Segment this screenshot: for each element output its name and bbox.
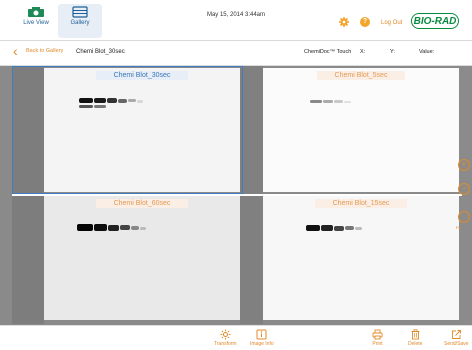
back-label: Back to Gallery	[26, 48, 64, 54]
app-window: Live View Gallery May 15, 2014 3:44am ? …	[0, 0, 472, 350]
panel-title: Chemi Blot_60sec	[44, 199, 240, 208]
print-label: Print	[372, 341, 383, 347]
transform-button[interactable]: Transform	[214, 329, 237, 347]
info-icon	[256, 329, 267, 340]
blot-panel-30sec[interactable]: Chemi Blot_30sec	[44, 68, 240, 192]
zoom-out-icon[interactable]: −	[458, 183, 470, 195]
gallery-button[interactable]: Gallery	[58, 4, 102, 38]
blot-panel-15sec[interactable]: Chemi Blot_15sec	[263, 196, 459, 320]
grid-divider	[12, 194, 462, 196]
delete-button[interactable]: Delete	[408, 329, 422, 347]
transform-label: Transform	[214, 341, 237, 347]
bottom-toolbar: Transform Image Info Print Delete Send/S…	[0, 325, 472, 350]
blot-panel-60sec[interactable]: Chemi Blot_60sec	[44, 196, 240, 320]
help-icon[interactable]: ?	[360, 17, 370, 27]
delete-label: Delete	[408, 341, 423, 347]
zoom-fit-label: Fit	[456, 225, 461, 230]
panel-title: Chemi Blot_30sec	[44, 71, 240, 80]
printer-icon	[372, 329, 383, 340]
date-time: May 15, 2014 3:44am	[206, 12, 266, 18]
settings-gear-icon[interactable]	[339, 17, 349, 27]
y-coordinate-label: Y:	[390, 49, 395, 55]
pixel-value-label: Value:	[419, 49, 435, 55]
zoom-fit-icon[interactable]	[458, 211, 470, 223]
panel-title: Chemi Blot_5sec	[263, 71, 459, 80]
live-view-button[interactable]: Live View	[14, 4, 58, 38]
bio-rad-logo: BIO-RAD	[411, 13, 459, 29]
chevron-left-icon: ‹	[13, 43, 18, 59]
share-icon	[451, 330, 461, 339]
zoom-in-icon[interactable]: +	[458, 159, 470, 171]
trash-icon	[411, 329, 420, 340]
logout-link[interactable]: Log Out	[381, 20, 402, 26]
current-image-name: Chemi Blot_30sec	[76, 49, 125, 55]
sun-icon	[220, 329, 231, 340]
live-view-label: Live View	[23, 20, 49, 26]
x-coordinate-label: X:	[360, 49, 366, 55]
top-bar: Live View Gallery May 15, 2014 3:44am ? …	[0, 0, 472, 41]
gallery-label: Gallery	[70, 20, 90, 26]
image-info-bar: ‹ Back to Gallery Chemi Blot_30sec Chemi…	[0, 41, 472, 66]
device-name: ChemiDoc™ Touch	[304, 49, 352, 55]
print-button[interactable]: Print	[372, 329, 383, 347]
panel-title: Chemi Blot_15sec	[263, 199, 459, 208]
send-save-button[interactable]: Send/Save	[444, 329, 468, 347]
image-info-button[interactable]: Image Info	[250, 329, 274, 347]
send-save-label: Send/Save	[444, 341, 469, 347]
image-info-label: Image Info	[250, 341, 274, 347]
blot-panel-5sec[interactable]: Chemi Blot_5sec	[263, 68, 459, 192]
